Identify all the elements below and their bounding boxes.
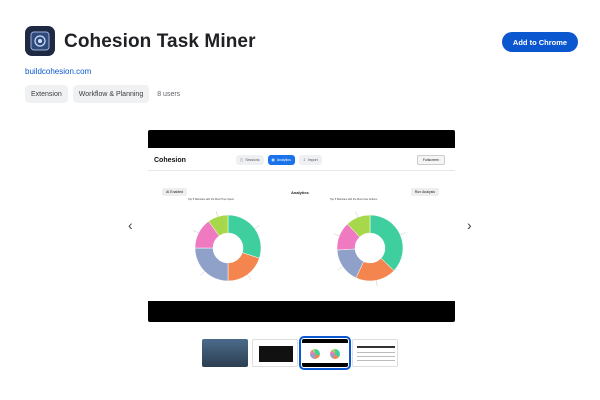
thumbnail-2[interactable] (252, 339, 298, 367)
thumbnail-3[interactable] (299, 336, 351, 370)
screenshot-screen: Cohesion ▢ Sessions ▦ Analytics ⇩ Import Fu… (148, 148, 455, 301)
tab-label: Sessions (245, 158, 260, 162)
left-donut-leader-line-2 (247, 274, 252, 280)
ai-enabled-button[interactable]: AI Enabled (162, 188, 188, 196)
analytics-heading: Analytics (291, 190, 309, 195)
right-donut-leader-line-3 (337, 266, 343, 271)
tab-import[interactable]: ⇩ Import (298, 155, 322, 165)
tag-chips: Extension Workflow & Planning 8 users (25, 85, 180, 103)
left-donut-leader-line-3 (200, 271, 205, 276)
left-donut-leader-line-4 (193, 230, 199, 234)
tab-sessions[interactable]: ▢ Sessions (236, 155, 264, 165)
thumbnail-strip (202, 336, 398, 370)
import-icon: ⇩ (302, 158, 306, 162)
divider (148, 170, 455, 171)
run-analysis-button[interactable]: Run Analysis (410, 188, 439, 196)
screenshot-tabs: ▢ Sessions ▦ Analytics ⇩ Import (236, 155, 322, 165)
app-title: Cohesion Task Miner (64, 31, 256, 52)
website-link[interactable]: buildcohesion.com (25, 67, 91, 76)
app-logo-icon (25, 26, 55, 56)
tab-label: Import (307, 158, 318, 162)
left-donut-slice-2 (227, 252, 260, 282)
right-donut-leader-line-1 (400, 232, 406, 236)
left-donut-slice-3 (194, 247, 229, 282)
right-donut-leader-line-4 (333, 233, 340, 236)
right-donut-title: Top 5 Websites with the Most User Action… (330, 198, 378, 201)
tab-analytics[interactable]: ▦ Analytics (267, 155, 295, 165)
left-donut-leader-line-5 (215, 210, 218, 217)
thumbnail-1[interactable] (202, 339, 248, 367)
chart-icon: ▦ (271, 158, 275, 162)
user-count: 8 users (157, 90, 181, 98)
left-donut-title: Top 5 Websites with the Most Time Spent (188, 198, 234, 201)
chip-extension[interactable]: Extension (25, 85, 68, 103)
thumbnail-4[interactable] (352, 339, 398, 367)
calendar-icon: ▢ (240, 158, 244, 162)
left-donut-chart (193, 210, 262, 282)
left-donut-leader-line-1 (254, 224, 260, 229)
chevron-left-icon[interactable]: ‹ (128, 217, 133, 233)
right-donut-leader-line-5 (355, 211, 358, 218)
left-donut-slice-1 (227, 214, 262, 259)
right-donut-chart (333, 211, 406, 287)
add-to-chrome-button[interactable]: Add to Chrome (502, 32, 578, 52)
chevron-right-icon[interactable]: › (467, 217, 472, 233)
fullscreen-button[interactable]: Fullscreen (416, 155, 445, 165)
chip-category[interactable]: Workflow & Planning (72, 85, 150, 103)
right-donut-leader-line-2 (376, 280, 378, 287)
tab-label: Analytics (276, 158, 291, 162)
screenshot-brand: Cohesion (154, 157, 186, 164)
